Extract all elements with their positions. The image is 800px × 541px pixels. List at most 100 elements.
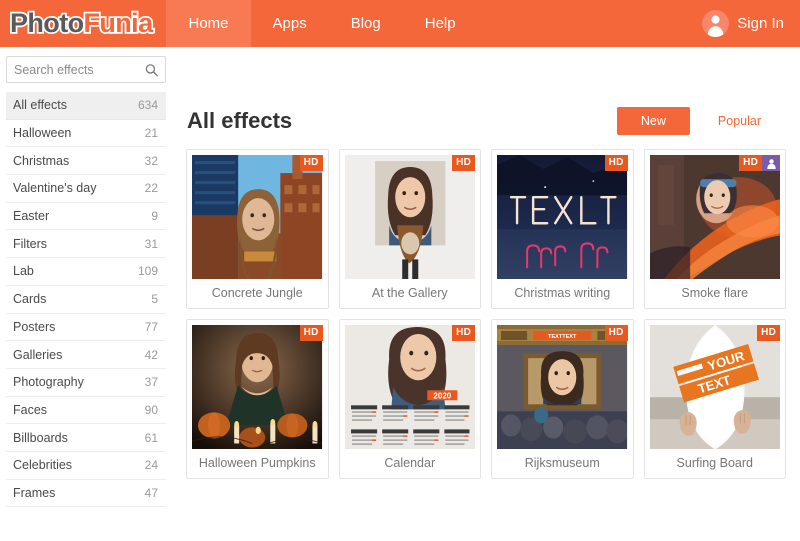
sidebar-item-valentine-s-day[interactable]: Valentine's day 22 bbox=[6, 175, 166, 203]
nav-item-home[interactable]: Home bbox=[166, 0, 251, 47]
hd-badge: HD bbox=[604, 155, 628, 171]
effect-card[interactable]: HD At the Gallery bbox=[338, 149, 481, 309]
sidebar-item-all-effects[interactable]: All effects 634 bbox=[6, 92, 166, 120]
sidebar-item-label: Christmas bbox=[13, 153, 70, 168]
sidebar-item-label: Halloween bbox=[13, 126, 72, 141]
sidebar-item-count: 5 bbox=[151, 292, 158, 307]
sort-tab-new[interactable]: New bbox=[616, 107, 690, 135]
sidebar-item-count: 32 bbox=[144, 153, 158, 168]
effect-card[interactable]: TEXTTEXT HD Rijksmuseum bbox=[491, 319, 634, 479]
sidebar-item-count: 31 bbox=[144, 236, 158, 251]
sidebar-item-celebrities[interactable]: Celebrities 24 bbox=[6, 452, 166, 480]
svg-text:2020: 2020 bbox=[433, 391, 451, 400]
effect-title: Surfing Board bbox=[676, 456, 753, 470]
sidebar-item-lab[interactable]: Lab 109 bbox=[6, 258, 166, 286]
logo-text-funia: Funia bbox=[82, 8, 155, 39]
sidebar-item-label: Galleries bbox=[13, 347, 63, 362]
nav-item-label: Apps bbox=[272, 15, 307, 32]
effect-title: Christmas writing bbox=[514, 286, 611, 300]
hd-badge: HD bbox=[299, 325, 323, 341]
effect-title: At the Gallery bbox=[371, 286, 448, 300]
sidebar-item-label: Billboards bbox=[13, 430, 68, 445]
main-nav: Home Apps Blog Help bbox=[166, 0, 477, 47]
page-title: All effects bbox=[187, 108, 293, 133]
main-header-row: All effects New Popular bbox=[186, 47, 786, 149]
site-header: Photo Funia Home Apps Blog Help Sign In bbox=[0, 0, 800, 47]
card-badges: HD bbox=[757, 325, 780, 341]
effect-thumbnail[interactable]: HD bbox=[192, 325, 323, 449]
card-badges: HD bbox=[604, 155, 628, 171]
search-box[interactable] bbox=[6, 56, 199, 83]
sidebar-item-count: 21 bbox=[144, 126, 158, 141]
effect-card[interactable]: YOUR TEXT HD Surfing Board bbox=[643, 319, 786, 479]
sidebar-item-christmas[interactable]: Christmas 32 bbox=[6, 147, 166, 176]
effect-title: Smoke flare bbox=[681, 286, 749, 300]
sidebar-item-photography[interactable]: Photography 37 bbox=[6, 369, 166, 397]
effect-card[interactable]: HD Halloween Pumpkins bbox=[186, 319, 329, 479]
sign-in-label: Sign In bbox=[737, 15, 784, 32]
logo-text-photo: Photo bbox=[8, 8, 86, 39]
search-input[interactable] bbox=[7, 57, 199, 82]
effect-title: Calendar bbox=[384, 456, 436, 470]
sidebar-item-label: All effects bbox=[13, 98, 67, 113]
sidebar-item-label: Cards bbox=[13, 292, 47, 307]
effect-title: Halloween Pumpkins bbox=[198, 456, 316, 470]
sidebar-item-halloween[interactable]: Halloween 21 bbox=[6, 120, 166, 148]
sidebar-item-count: 77 bbox=[144, 319, 158, 334]
effect-thumbnail[interactable]: HD bbox=[649, 155, 780, 279]
sort-tab-popular[interactable]: Popular bbox=[694, 107, 785, 135]
effect-title: Concrete Jungle bbox=[211, 286, 303, 300]
effect-thumbnail[interactable]: 2020 HD bbox=[344, 325, 475, 449]
hd-badge: HD bbox=[739, 155, 762, 171]
nav-item-help[interactable]: Help bbox=[403, 0, 478, 47]
card-badges: HD bbox=[452, 325, 475, 341]
effect-card[interactable]: 2020 HD Calendar bbox=[338, 319, 481, 479]
sidebar-item-faces[interactable]: Faces 90 bbox=[6, 397, 166, 425]
effects-grid: HD Concrete Jungle HD At the Gallery HD Chris… bbox=[186, 149, 786, 479]
effect-thumbnail[interactable]: HD bbox=[497, 155, 628, 279]
sidebar-item-label: Posters bbox=[13, 319, 56, 334]
effect-card[interactable]: HD Christmas writing bbox=[491, 149, 634, 309]
sidebar-item-count: 37 bbox=[144, 375, 158, 390]
sort-tab-label: New bbox=[640, 114, 666, 128]
sidebar-item-filters[interactable]: Filters 31 bbox=[6, 230, 166, 259]
effect-thumbnail[interactable]: HD bbox=[344, 155, 475, 279]
hd-badge: HD bbox=[604, 325, 628, 341]
sidebar-item-galleries[interactable]: Galleries 42 bbox=[6, 341, 166, 369]
sidebar-item-easter[interactable]: Easter 9 bbox=[6, 203, 166, 231]
sidebar: All effects 634 Halloween 21 Christmas 32 Vale… bbox=[0, 47, 199, 541]
site-logo[interactable]: Photo Funia bbox=[0, 0, 166, 47]
card-badges: HD bbox=[739, 155, 780, 171]
nav-item-apps[interactable]: Apps bbox=[251, 0, 329, 47]
effect-card[interactable]: HD Smoke flare bbox=[643, 149, 786, 309]
effect-thumbnail[interactable]: YOUR TEXT HD bbox=[649, 325, 780, 449]
sidebar-item-label: Photography bbox=[13, 375, 84, 390]
sidebar-item-label: Filters bbox=[13, 236, 48, 251]
sidebar-item-label: Valentine's day bbox=[13, 181, 97, 196]
category-list: All effects 634 Halloween 21 Christmas 32 Vale… bbox=[6, 92, 166, 508]
card-badges: HD bbox=[299, 325, 323, 341]
hd-badge: HD bbox=[452, 155, 475, 171]
nav-item-label: Home bbox=[188, 15, 229, 32]
sidebar-item-label: Faces bbox=[13, 402, 48, 417]
sidebar-item-count: 24 bbox=[144, 458, 158, 473]
card-badges: HD bbox=[604, 325, 628, 341]
sidebar-item-count: 9 bbox=[151, 209, 158, 224]
effect-card[interactable]: HD Concrete Jungle bbox=[186, 149, 329, 309]
search-icon[interactable] bbox=[145, 63, 158, 76]
sidebar-item-billboards[interactable]: Billboards 61 bbox=[6, 424, 166, 452]
sidebar-item-posters[interactable]: Posters 77 bbox=[6, 314, 166, 342]
hd-badge: HD bbox=[757, 325, 780, 341]
person-badge-icon bbox=[762, 155, 780, 171]
sort-tabs: New Popular bbox=[616, 107, 785, 135]
sort-tab-label: Popular bbox=[717, 114, 761, 128]
hd-badge: HD bbox=[299, 155, 323, 171]
effect-thumbnail[interactable]: HD bbox=[192, 155, 323, 279]
sidebar-item-label: Easter bbox=[13, 209, 50, 224]
sidebar-item-frames[interactable]: Frames 47 bbox=[6, 480, 166, 508]
sign-in-button[interactable]: Sign In bbox=[702, 0, 784, 47]
user-avatar-icon bbox=[702, 10, 730, 37]
sidebar-item-cards[interactable]: Cards 5 bbox=[6, 286, 166, 314]
nav-item-blog[interactable]: Blog bbox=[329, 0, 403, 47]
effect-thumbnail[interactable]: TEXTTEXT HD bbox=[497, 325, 628, 449]
